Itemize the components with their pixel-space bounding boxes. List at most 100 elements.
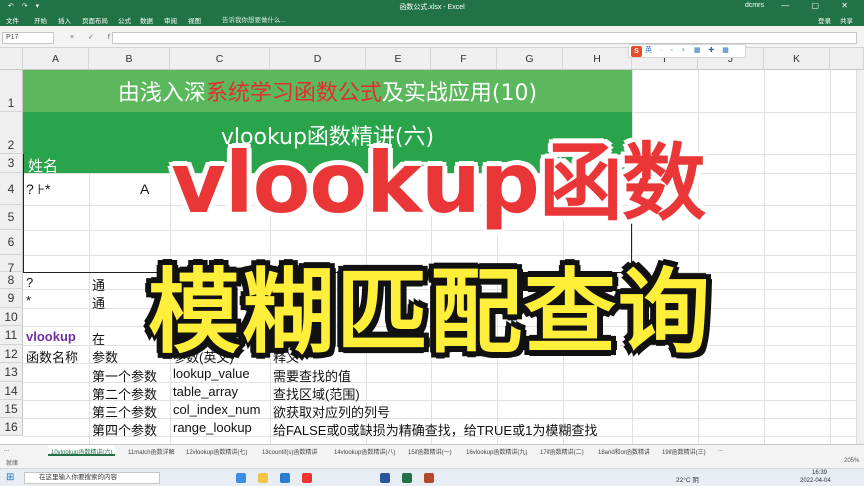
status-ready: 就绪 <box>6 461 19 467</box>
ribbon-tabs: 文件 开始 插入 页面布局 公式 数据 审阅 视图 告诉我你想要做什么... 登… <box>0 12 864 26</box>
windows-taskbar: ⊞ 在这里输入你要搜索的内容 22°C 阴 16:39 2022-04-04 <box>0 468 864 486</box>
column-header-h[interactable]: H <box>563 48 632 70</box>
mail-icon[interactable] <box>280 473 290 483</box>
taskbar-search[interactable]: 在这里输入你要搜索的内容 <box>24 472 160 484</box>
row-header-9[interactable]: 9 <box>0 289 23 308</box>
title-bar: ↶ ↷ ▾ 函数公式.xlsx - Excel dcmrs — ▢ ✕ <box>0 0 864 12</box>
title-highlight: 系统学习函数公式 <box>205 81 382 106</box>
row-header-16[interactable]: 16 <box>0 418 23 436</box>
column-header-a[interactable]: A <box>23 48 89 70</box>
sheet-tab-12[interactable]: 12vlookup函数精讲(七) <box>186 447 247 456</box>
sogou-logo-icon: S <box>631 46 642 57</box>
sheet-tab-11[interactable]: 11match函数详解 <box>128 447 175 456</box>
sheet-tab-19[interactable]: 19if函数精讲(三) <box>662 447 706 456</box>
tab-data[interactable]: 数据 <box>140 15 153 25</box>
sheet-tab-13[interactable]: 13countif(s)函数精讲 <box>262 447 317 456</box>
ime-items[interactable]: 英 · ◦ ♀ ▦ ✚ ▦ <box>645 47 732 54</box>
sheet-tab-15[interactable]: 15if函数精讲(一) <box>408 447 452 456</box>
sheet-tab-bar: ... 10vlookup函数精讲(六) 11match函数详解 12vlook… <box>0 444 864 456</box>
tab-view[interactable]: 视图 <box>188 15 201 25</box>
share-button[interactable]: 共享 <box>840 15 853 25</box>
column-header-l[interactable] <box>830 48 864 70</box>
column-header-d[interactable]: D <box>270 48 366 70</box>
column-header-b[interactable]: B <box>89 48 170 70</box>
column-header-f[interactable]: F <box>431 48 497 70</box>
row-header-2[interactable]: 2 <box>0 112 23 154</box>
clock-time[interactable]: 16:39 <box>812 470 827 476</box>
row-header-13[interactable]: 13 <box>0 363 23 382</box>
sheet-title: 由浅入深系统学习函数公式及实战应用(10) <box>23 75 632 107</box>
cell-d14[interactable]: 查找区域(范围) <box>273 384 360 403</box>
sheet-tab-17[interactable]: 17if函数精讲(二) <box>540 447 584 456</box>
gridline <box>830 70 831 444</box>
cell-c14[interactable]: table_array <box>173 384 238 399</box>
tab-file[interactable]: 文件 <box>6 15 19 25</box>
vertical-scrollbar[interactable] <box>856 70 864 444</box>
ime-toolbar[interactable]: S 英 · ◦ ♀ ▦ ✚ ▦ <box>628 44 746 58</box>
sheet-tab-18[interactable]: 18and和or函数精讲 <box>598 447 650 456</box>
row-header-12[interactable]: 12 <box>0 345 23 363</box>
select-all-corner[interactable] <box>0 48 23 70</box>
row-header-10[interactable]: 10 <box>0 308 23 326</box>
cell-a8[interactable]: ? <box>26 275 33 290</box>
row-header-6[interactable]: 6 <box>0 230 23 255</box>
row-header-3[interactable]: 3 <box>0 154 23 173</box>
weather-widget[interactable]: 22°C 阴 <box>676 474 699 484</box>
status-bar: 就绪 205% <box>0 456 864 468</box>
excel-icon[interactable] <box>402 473 412 483</box>
row-header-8[interactable]: 8 <box>0 272 23 289</box>
cell-a3[interactable]: 姓名 <box>28 155 58 176</box>
title-prefix: 由浅入深 <box>117 81 206 106</box>
zoom-level[interactable]: 205% <box>844 458 859 464</box>
sheet-nav-prev[interactable]: ... <box>4 447 9 453</box>
app-icon[interactable] <box>302 473 312 483</box>
edge-icon[interactable] <box>236 473 246 483</box>
cell-a11-function-name[interactable]: vlookup <box>26 329 76 344</box>
row-header-4[interactable]: 4 <box>0 173 23 205</box>
title-suffix: 及实战应用(10) <box>381 81 538 106</box>
tab-page-layout[interactable]: 页面布局 <box>82 15 108 25</box>
tab-home[interactable]: 开始 <box>34 15 47 25</box>
row-header-15[interactable]: 15 <box>0 400 23 418</box>
cell-b14[interactable]: 第二个参数 <box>92 384 157 403</box>
row-header-7[interactable]: 7 <box>0 255 23 275</box>
cell-a4[interactable]: ? ⊦* <box>26 181 50 198</box>
tab-formulas[interactable]: 公式 <box>118 15 131 25</box>
cell-c16[interactable]: range_lookup <box>173 420 252 435</box>
user-name[interactable]: dcmrs <box>745 2 764 9</box>
row-header-5[interactable]: 5 <box>0 205 23 230</box>
cell-a9[interactable]: * <box>26 293 31 308</box>
row-header-1[interactable]: 1 <box>0 70 23 112</box>
sheet-nav-next[interactable]: ... <box>718 447 723 453</box>
cell-a12[interactable]: 函数名称 <box>26 347 78 366</box>
column-header-g[interactable]: G <box>497 48 563 70</box>
tab-review[interactable]: 审阅 <box>164 15 177 25</box>
cell-d15[interactable]: 欲获取对应列的列号 <box>273 402 390 421</box>
window-title: 函数公式.xlsx - Excel <box>399 4 465 11</box>
cell-b15[interactable]: 第三个参数 <box>92 402 157 421</box>
cell-b16[interactable]: 第四个参数 <box>92 420 157 439</box>
overlay-subheading: 模糊匹配查询 <box>147 259 712 366</box>
cell-d16[interactable]: 给FALSE或0或缺损为精确查找，给TRUE或1为模糊查找 <box>273 420 597 439</box>
powerpoint-icon[interactable] <box>424 473 434 483</box>
clock-date[interactable]: 2022-04-04 <box>800 478 831 484</box>
row-header-11[interactable]: 11 <box>0 326 23 345</box>
name-box[interactable]: P17 <box>2 32 54 44</box>
file-explorer-icon[interactable] <box>258 473 268 483</box>
sheet-tab-10[interactable]: 10vlookup函数精讲(六) <box>48 445 116 456</box>
windows-start-icon[interactable]: ⊞ <box>6 472 14 483</box>
tell-me-search[interactable]: 告诉我你想要做什么... <box>222 14 286 24</box>
overlay-heading: vlookup函数 <box>171 134 706 232</box>
sheet-tab-16[interactable]: 16vlookup函数精讲(九) <box>466 447 527 456</box>
formula-input[interactable] <box>112 32 857 44</box>
column-header-e[interactable]: E <box>366 48 431 70</box>
column-header-k[interactable]: K <box>764 48 830 70</box>
window-controls[interactable]: — ▢ ✕ <box>781 1 858 10</box>
sheet-tab-14[interactable]: 14vlookup函数精讲(八) <box>334 447 395 456</box>
column-header-c[interactable]: C <box>170 48 270 70</box>
row-header-14[interactable]: 14 <box>0 382 23 400</box>
tab-insert[interactable]: 插入 <box>58 15 71 25</box>
word-icon[interactable] <box>380 473 390 483</box>
sign-in-link[interactable]: 登录 <box>818 15 831 25</box>
cell-c15[interactable]: col_index_num <box>173 402 260 417</box>
